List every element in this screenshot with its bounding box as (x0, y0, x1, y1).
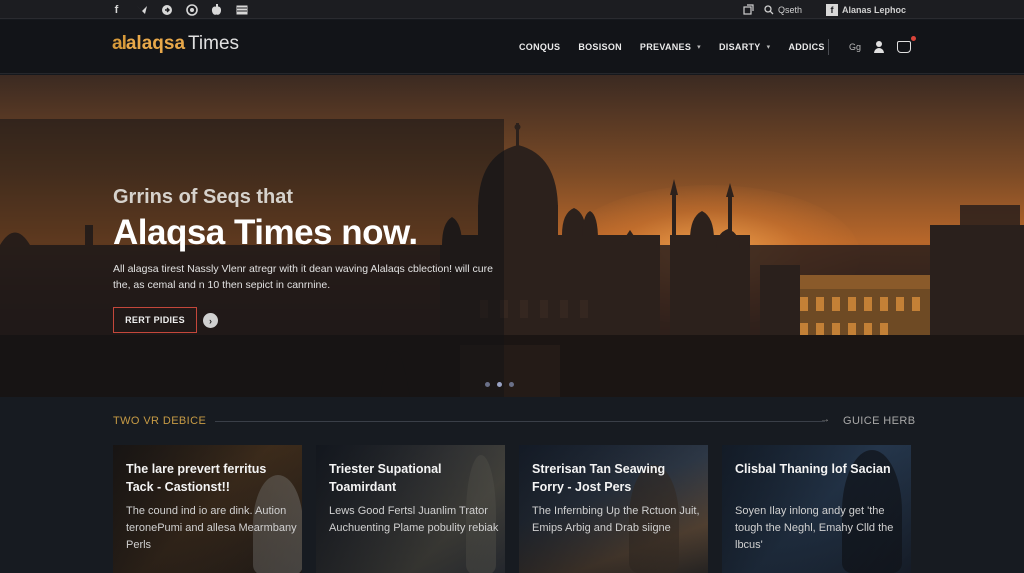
login-link[interactable] (743, 4, 754, 15)
hero-description: All alagsa tirest Nassly Vlenr atregr wi… (113, 263, 493, 291)
article-card[interactable]: Clisbal Thaning lof Sacian Soyen Ilay in… (722, 445, 911, 573)
nav-label: CONQUS (519, 42, 561, 52)
card-body: The cound ind io are dink. Aution terone… (126, 505, 297, 551)
hero-cta-button[interactable]: RERT PIDIES (113, 307, 197, 333)
search-label: Qseth (777, 4, 802, 15)
hero-headline: Alaqsa Times now. (113, 213, 418, 252)
article-cards: The lare prevert ferritus Tack - Castion… (113, 445, 911, 573)
nav-item-prevanes[interactable]: PREVANES ▾ (640, 42, 701, 52)
hero-banner: Grrins of Seqs that Alaqsa Times now. Al… (0, 75, 1024, 397)
user-icon[interactable] (873, 41, 885, 53)
nav-label: ADDICS (788, 42, 825, 52)
mail-icon[interactable] (235, 3, 248, 16)
article-card[interactable]: Triester Supational Toamirdant Lews Good… (316, 445, 505, 573)
carousel-dot-active[interactable] (497, 382, 502, 387)
logo-mark: al (112, 33, 127, 54)
login-icon (743, 4, 754, 15)
chevron-down-icon: ▾ (697, 44, 701, 51)
article-card[interactable]: The lare prevert ferritus Tack - Castion… (113, 445, 302, 573)
cart-badge (911, 36, 917, 41)
account-label: Alanas Lephoc (841, 4, 906, 15)
nav-item-disarty[interactable]: DISARTY ▾ (719, 42, 770, 52)
search-link[interactable]: Qseth (764, 5, 802, 15)
twitter-icon[interactable] (135, 3, 148, 16)
chevron-down-icon: ▾ (766, 44, 771, 51)
nav-item-addics[interactable]: ADDICS (788, 42, 824, 52)
nav-item-bosison[interactable]: BOSISON (578, 42, 622, 52)
carousel-dot[interactable] (485, 382, 490, 387)
logo-suffix: Times (188, 33, 240, 54)
card-body: Lews Good Fertsl Juanlim Trator Auchuent… (329, 505, 499, 534)
card-title: Triester Supational Toamirdant (329, 462, 442, 494)
share-icon[interactable] (160, 3, 173, 16)
instagram-icon[interactable] (185, 3, 198, 16)
section-divider (215, 421, 825, 422)
card-title: Clisbal Thaning lof Sacian (735, 462, 891, 476)
facebook-icon[interactable]: f (110, 3, 123, 16)
card-body: Soyen Ilay inlong andy get 'the tough th… (735, 505, 894, 551)
main-nav: CONQUS BOSISON PREVANES ▾ DISARTY ▾ ADDICS (519, 20, 825, 74)
top-bar: f Qseth f Alanas Lephoc (0, 0, 1024, 19)
account-link[interactable]: f Alanas Lephoc (825, 3, 906, 16)
site-logo[interactable]: al alaqsa Times (112, 33, 239, 55)
carousel-dots (485, 382, 514, 387)
header-divider (828, 39, 829, 55)
language-selector[interactable]: Gg (849, 42, 861, 52)
nav-item-conqus[interactable]: CONQUS (519, 42, 560, 52)
card-title: The lare prevert ferritus Tack - Castion… (126, 462, 267, 494)
apple-icon[interactable] (210, 3, 223, 16)
hero-kicker: Grrins of Seqs that (113, 186, 294, 208)
article-card[interactable]: Strerisan Tan Seawing Forry - Jost Pers … (519, 445, 708, 573)
top-utility: Qseth f Alanas Lephoc (743, 0, 906, 19)
logo-brand: alaqsa (125, 33, 186, 54)
nav-label: BOSISON (578, 42, 622, 52)
card-body: The Infernbing Up the Rctuon Juit, Emips… (532, 505, 700, 534)
search-icon (764, 4, 774, 14)
card-title: Strerisan Tan Seawing Forry - Jost Pers (532, 462, 666, 494)
arrow-right-icon[interactable]: › (203, 313, 218, 328)
site-header: al alaqsa Times CONQUS BOSISON PREVANES ▾… (0, 20, 1024, 74)
facebook-box-icon: f (825, 3, 838, 16)
nav-label: DISARTY (719, 42, 761, 52)
featured-section: TWO VR DEBICE → GUICE HERB The lare prev… (0, 397, 1024, 573)
section-view-all-link[interactable]: GUICE HERB (843, 415, 915, 427)
social-links: f (110, 0, 248, 19)
carousel-dot[interactable] (509, 382, 514, 387)
nav-label: PREVANES (639, 42, 692, 52)
hero-text-panel (0, 119, 504, 397)
section-title: TWO VR DEBICE (113, 415, 207, 427)
header-actions: Gg (828, 20, 917, 74)
arrow-right-icon: → (820, 414, 830, 425)
cart-icon[interactable] (897, 36, 917, 53)
